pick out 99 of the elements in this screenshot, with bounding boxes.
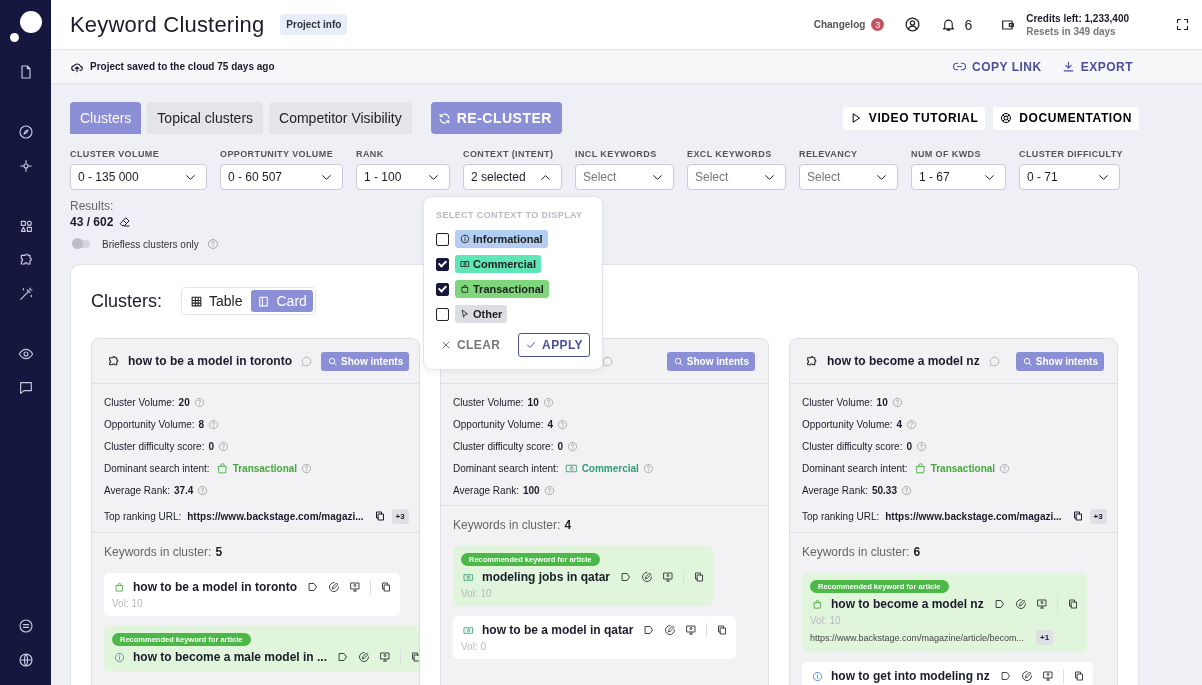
filter-select[interactable]: 1 - 67 [911, 164, 1006, 190]
filter-select[interactable]: 0 - 71 [1019, 164, 1120, 190]
filter-select[interactable]: 0 - 60 507 [220, 164, 343, 190]
help-button[interactable]: DOCUMENTATION [993, 106, 1139, 130]
keywords-count: 6 [913, 545, 921, 559]
stat-label: Cluster difficulty score: [104, 441, 205, 452]
dropdown-heading: SELECT CONTEXT TO DISPLAY [436, 210, 584, 220]
more-count[interactable]: +3 [1089, 508, 1107, 524]
keywords-label: Keywords in cluster: [104, 545, 212, 559]
stat-label: Cluster Volume: [453, 397, 524, 408]
filter-label: RANK [356, 149, 385, 159]
stat-label: Top ranking URL: [104, 510, 182, 522]
panel-title: Clusters: [91, 290, 162, 312]
filter-select[interactable]: Select [575, 164, 674, 190]
help-button[interactable]: VIDEO TUTORIAL [842, 106, 986, 130]
intent-chip[interactable]: Informational [455, 230, 548, 248]
apply-button[interactable]: APPLY [518, 333, 590, 357]
page-title: Keyword Clustering [70, 11, 265, 38]
more-count[interactable]: +3 [391, 508, 409, 524]
stat-value: 0 [906, 441, 912, 452]
url-text: https://www.backstage.com/magazi... [187, 510, 364, 522]
save-status: Project saved to the cloud 75 days ago [90, 61, 275, 72]
keyword-text: how to become a model nz [831, 597, 984, 611]
notification-count: 6 [964, 16, 973, 33]
stat-value: 10 [527, 397, 539, 408]
stat-label: Opportunity Volume: [802, 419, 893, 430]
filter-label: INCL KEYWORDS [575, 149, 658, 159]
stat-value: 0 [557, 441, 563, 452]
filter-label: CLUSTER DIFFICULTY [1019, 149, 1120, 159]
tab[interactable]: Topical clusters [147, 102, 264, 134]
filter-select[interactable]: 0 - 135 000 [70, 164, 207, 190]
stat-value: 8 [198, 419, 205, 430]
filter-select[interactable]: 2 selected [463, 164, 562, 190]
filter-label: NUM OF KWDS [911, 149, 982, 159]
resets-text: Resets in 349 days [1026, 25, 1117, 37]
filter-select[interactable]: Select [799, 164, 898, 190]
keyword-volume: Vol: 10 [461, 588, 493, 599]
stat-value: 4 [547, 419, 554, 430]
results-label: Results: [70, 199, 115, 213]
stat-value: 4 [896, 419, 903, 430]
keywords-count: 4 [564, 518, 572, 532]
stat-value: 50.33 [871, 485, 897, 496]
stat-value: 0 [208, 441, 214, 452]
intent-value: Commercial [581, 463, 639, 474]
intent-value: Transactional [232, 463, 298, 474]
keywords-label: Keywords in cluster: [453, 518, 561, 532]
keyword-url: https://www.backstage.com/magazine/article/becom... [810, 632, 1025, 643]
stat-label: Cluster difficulty score: [802, 441, 903, 452]
stat-label: Dominant search intent: [802, 463, 908, 474]
more-count[interactable]: +1 [1036, 630, 1054, 645]
stat-label: Dominant search intent: [104, 463, 210, 474]
stat-label: Opportunity Volume: [104, 419, 195, 430]
stat-label: Cluster Volume: [802, 397, 873, 408]
stat-label: Opportunity Volume: [453, 419, 544, 430]
project-info-button[interactable]: Project info [280, 14, 348, 35]
keywords-count: 5 [215, 545, 223, 559]
stat-value: 37.4 [173, 485, 194, 496]
keyword-volume: Vol: 10 [112, 598, 144, 609]
filter-label: RELEVANCY [799, 149, 859, 159]
keywords-label: Keywords in cluster: [802, 545, 910, 559]
stat-value: 10 [876, 397, 888, 408]
keyword-text: how to be a model in qatar [482, 623, 634, 637]
changelog-link[interactable]: Changelog [813, 19, 866, 30]
filter-label: OPPORTUNITY VOLUME [220, 149, 335, 159]
stat-label: Dominant search intent: [453, 463, 559, 474]
stat-label: Average Rank: [453, 485, 519, 496]
intent-chip[interactable]: Commercial [455, 255, 541, 273]
clear-button[interactable]: CLEAR [436, 333, 505, 357]
tab[interactable]: Competitor Visibility [269, 102, 412, 134]
keyword-volume: Vol: 10 [810, 615, 842, 626]
toolbar-link[interactable]: EXPORT [1061, 59, 1133, 74]
results-count: 43 / 602 [70, 215, 114, 229]
stat-label: Average Rank: [104, 485, 170, 496]
toolbar-link[interactable]: COPY LINK [953, 59, 1042, 74]
intent-chip[interactable]: Transactional [455, 280, 549, 298]
stat-label: Cluster Volume: [104, 397, 175, 408]
filter-label: EXCL KEYWORDS [687, 149, 773, 159]
url-text: https://www.backstage.com/magazi... [885, 510, 1062, 522]
keyword-text: how to become a male model in ... [133, 650, 328, 664]
stat-label: Top ranking URL: [802, 510, 880, 522]
stat-value: 20 [178, 397, 190, 408]
changelog-count: 3 [871, 18, 885, 31]
filter-label: CLUSTER VOLUME [70, 149, 161, 159]
filter-label: CONTEXT (INTENT) [463, 149, 555, 159]
stat-value: 100 [522, 485, 540, 496]
filter-select[interactable]: Select [687, 164, 786, 190]
stat-label: Average Rank: [802, 485, 868, 496]
intent-value: Transactional [930, 463, 996, 474]
toggle-label: Briefless clusters only [102, 238, 199, 250]
stat-label: Cluster difficulty score: [453, 441, 554, 452]
keyword-text: modeling jobs in qatar [482, 570, 610, 584]
cluster-title: how to be a model in toronto [128, 354, 292, 368]
keyword-volume: Vol: 0 [461, 641, 488, 652]
cluster-title: how to become a model nz [827, 354, 980, 368]
filter-select[interactable]: 1 - 100 [356, 164, 450, 190]
credits-text: Credits left: 1,233,400 [1026, 12, 1129, 24]
intent-chip[interactable]: Other [455, 305, 508, 323]
keyword-text: how to be a model in toronto [133, 580, 297, 594]
keyword-text: how to get into modeling nz [831, 669, 990, 683]
